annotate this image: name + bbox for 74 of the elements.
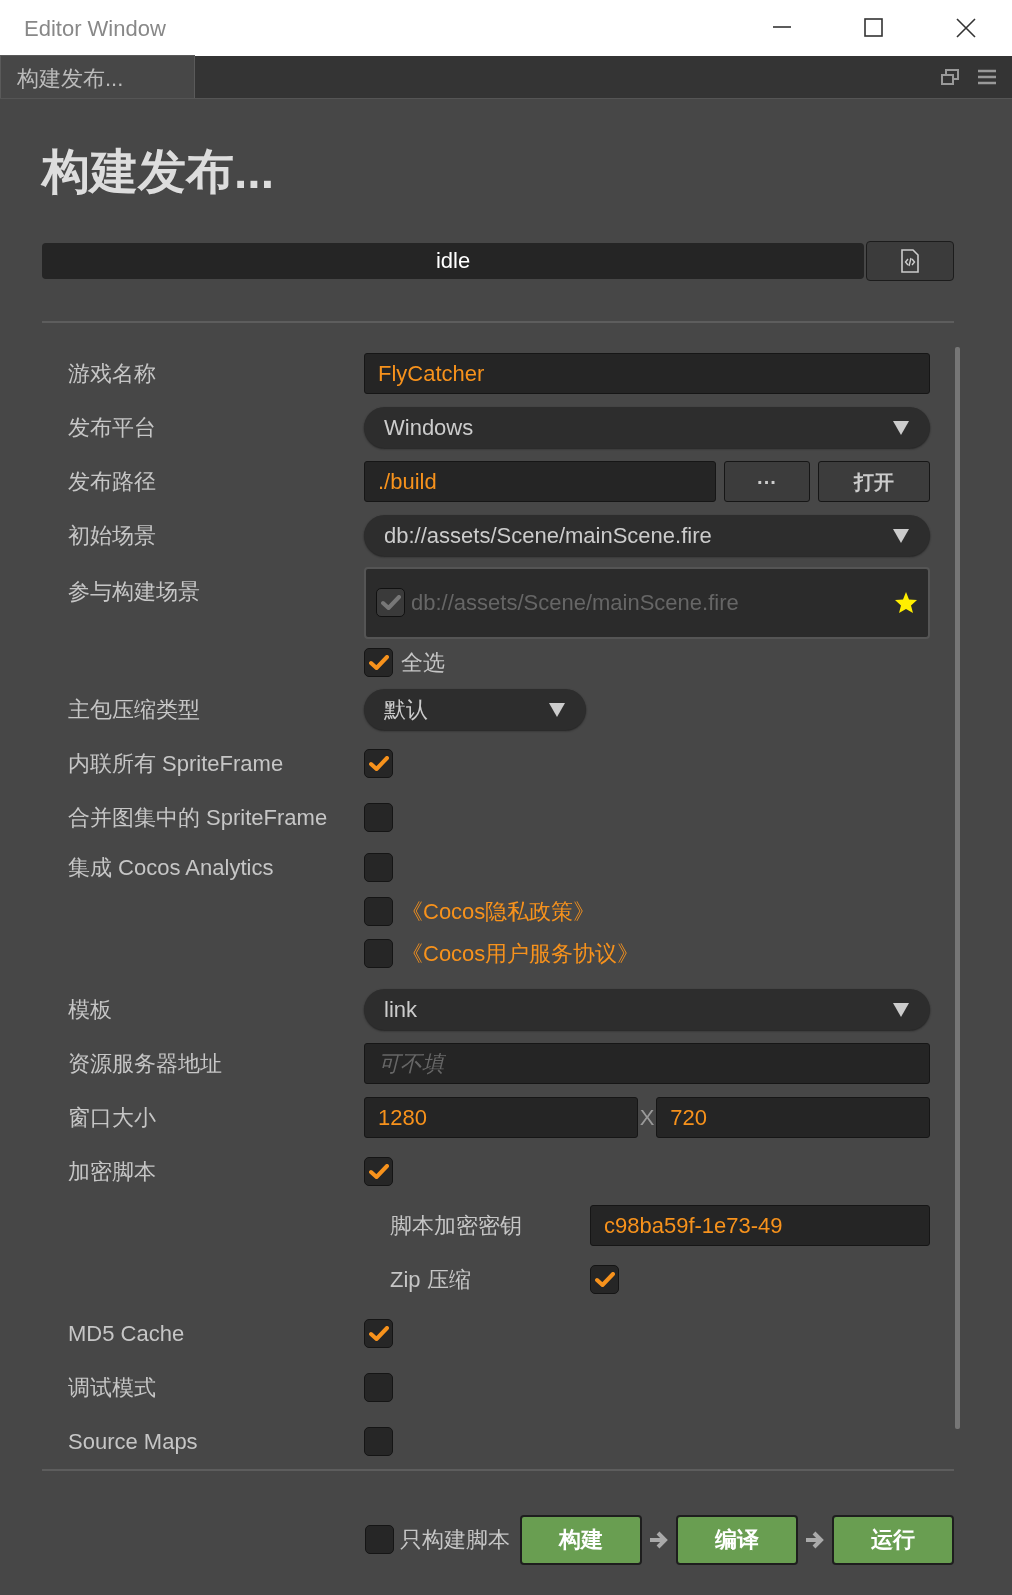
dropdown[interactable]: link <box>364 989 930 1031</box>
field-label: 集成 Cocos Analytics <box>68 854 275 883</box>
field-label: 内联所有 SpriteFrame <box>68 750 285 779</box>
checkbox[interactable] <box>364 749 393 779</box>
dropdown-value: Windows <box>384 414 474 443</box>
policy-link[interactable]: 《Cocos用户服务协议》 <box>401 937 640 971</box>
page-heading: 构建发布... <box>42 144 275 200</box>
window-title: Editor Window <box>23 14 167 43</box>
open-button[interactable]: 打开 <box>818 461 930 503</box>
checkbox[interactable] <box>364 1427 393 1457</box>
field-label: MD5 Cache <box>68 1320 186 1349</box>
check-icon <box>380 594 401 611</box>
check-icon <box>368 1325 389 1342</box>
check-icon <box>368 654 389 671</box>
dropdown[interactable]: 默认 <box>364 689 586 731</box>
maximize-icon[interactable] <box>863 18 885 38</box>
arrow-icon <box>804 1529 826 1550</box>
dropdown-value: db://assets/Scene/mainScene.fire <box>384 522 712 551</box>
close-icon[interactable] <box>955 18 977 38</box>
browse-button[interactable]: ··· <box>724 461 810 503</box>
input-field[interactable]: 可不填 <box>364 1043 930 1085</box>
checkbox[interactable] <box>364 1157 393 1187</box>
checkbox[interactable] <box>364 939 393 969</box>
checkbox[interactable] <box>364 648 393 678</box>
field-label: 发布平台 <box>68 414 157 443</box>
input-field[interactable]: FlyCatcher <box>364 353 930 395</box>
field-label: 参与构建场景 <box>68 577 201 606</box>
input-field[interactable]: c98ba59f-1e73-49 <box>590 1205 930 1247</box>
scene-path: db://assets/Scene/mainScene.fire <box>411 589 740 618</box>
checkbox-label: 全选 <box>401 649 445 678</box>
star-icon <box>894 591 918 615</box>
checkbox[interactable] <box>364 853 393 883</box>
field-label: 模板 <box>68 996 113 1025</box>
caret-icon <box>892 1001 910 1018</box>
width-field[interactable]: 1280 <box>364 1097 638 1139</box>
check-icon <box>368 755 389 772</box>
separator-label: X <box>639 1104 655 1133</box>
input-field[interactable]: ./build <box>364 461 716 503</box>
field-label: 初始场景 <box>68 522 157 551</box>
checkbox[interactable] <box>364 803 393 833</box>
checkbox[interactable] <box>364 1319 393 1349</box>
code-file-icon <box>900 248 920 273</box>
status-bar: idle <box>42 242 864 279</box>
field-label: 脚本加密密钥 <box>390 1212 523 1241</box>
field-label: 资源服务器地址 <box>68 1050 223 1079</box>
arrow-icon <box>648 1529 670 1550</box>
code-file-button[interactable] <box>866 240 954 281</box>
caret-icon <box>892 527 910 544</box>
field-label: 合并图集中的 SpriteFrame <box>68 804 329 833</box>
dropdown[interactable]: Windows <box>364 407 930 449</box>
dropdown[interactable]: db://assets/Scene/mainScene.fire <box>364 515 930 557</box>
checkbox[interactable] <box>365 1525 394 1555</box>
field-label: 调试模式 <box>68 1374 157 1403</box>
caret-icon <box>892 419 910 436</box>
dropdown-value: 默认 <box>384 696 428 725</box>
checkbox[interactable] <box>364 897 393 927</box>
field-label: 发布路径 <box>68 468 157 497</box>
dropdown-value: link <box>384 996 417 1025</box>
checkbox[interactable] <box>590 1265 619 1295</box>
check-icon <box>368 1163 389 1180</box>
caret-icon <box>548 701 566 718</box>
field-label: 加密脚本 <box>68 1158 157 1187</box>
checkbox-label: 只构建脚本 <box>400 1526 510 1555</box>
field-label: Source Maps <box>68 1428 199 1457</box>
policy-link[interactable]: 《Cocos隐私政策》 <box>401 895 596 929</box>
height-field[interactable]: 720 <box>656 1097 930 1139</box>
field-label: 游戏名称 <box>68 360 157 389</box>
field-label: 主包压缩类型 <box>68 696 201 725</box>
field-label: Zip 压缩 <box>390 1266 472 1295</box>
field-label: 窗口大小 <box>68 1104 157 1133</box>
panel-tab[interactable]: 构建发布... <box>0 55 195 98</box>
scrollbar[interactable] <box>955 346 960 1429</box>
checkbox[interactable] <box>364 1373 393 1403</box>
check-icon <box>594 1271 615 1288</box>
